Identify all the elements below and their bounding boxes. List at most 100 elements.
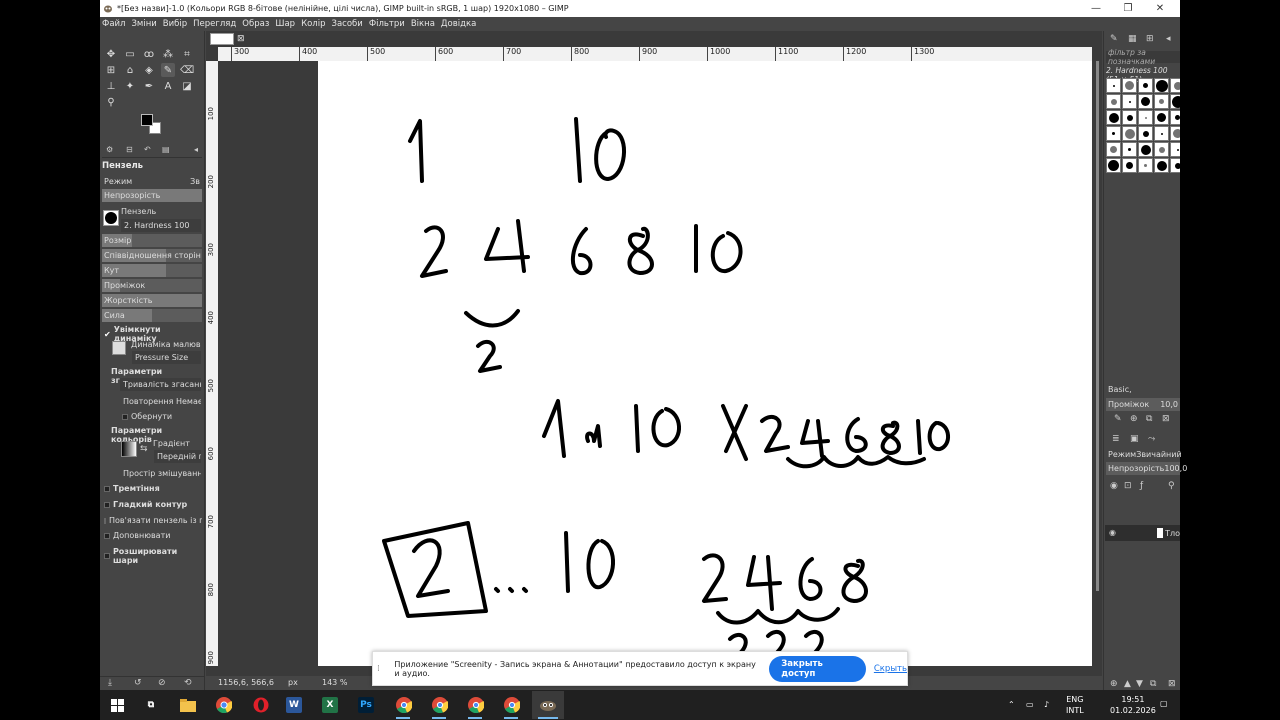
dock-menu-icon[interactable]: ◂ (1166, 34, 1171, 44)
unit-selector[interactable]: px (288, 678, 298, 687)
text-tool-icon[interactable]: A (161, 79, 175, 93)
image-canvas[interactable] (318, 61, 1092, 666)
layer-name[interactable]: Тло (1165, 529, 1180, 538)
brush-thumbnail[interactable] (1170, 158, 1180, 173)
dynamics-value[interactable]: Pressure Size (132, 351, 201, 364)
fx-icon[interactable]: ƒ (1140, 481, 1143, 491)
edit-brush-icon[interactable]: ✎ (1114, 414, 1122, 424)
layer-visibility-icon[interactable]: ◉ (1109, 528, 1116, 537)
horizontal-ruler[interactable]: 300 400 500 600 700 800 900 1000 1100 12… (218, 47, 1092, 61)
drag-handle-icon[interactable]: ⁞ (377, 664, 384, 674)
brush-spacing-slider[interactable]: Проміжок 10,0 (1106, 398, 1180, 411)
clone-tool-icon[interactable]: ⊥ (104, 79, 118, 93)
fade-repeat-field[interactable]: Повторення Немає (120, 395, 201, 408)
color-picker-tool-icon[interactable]: ◪ (180, 79, 194, 93)
brushes-tab-icon[interactable]: ✎ (1110, 34, 1118, 44)
menu-file[interactable]: Файл (102, 19, 125, 29)
jitter-checkbox[interactable]: Тремтіння (104, 484, 160, 493)
brush-thumbnail[interactable] (1170, 142, 1180, 157)
fuzzy-select-tool-icon[interactable]: ⁂ (161, 47, 175, 61)
mode-row[interactable]: Режим Зв (102, 175, 202, 188)
paintbrush-tool-icon[interactable]: ✎ (161, 63, 175, 77)
layers-tab-icon[interactable]: ≣ (1112, 434, 1120, 444)
foreground-color[interactable] (141, 114, 153, 126)
chrome-icon[interactable] (213, 695, 235, 715)
transform-tool-icon[interactable]: ⊞ (104, 63, 118, 77)
brush-thumbnail[interactable] (1106, 110, 1121, 125)
paths-tool-icon[interactable]: ✒ (142, 79, 156, 93)
brush-thumbnail[interactable] (1106, 94, 1121, 109)
delete-options-icon[interactable]: ⊘ (158, 678, 166, 688)
brush-thumbnail[interactable] (1170, 110, 1180, 125)
vertical-ruler[interactable]: 100 200 300 400 500 600 700 800 900 (206, 61, 218, 666)
new-layer-icon[interactable]: ⊕ (1110, 679, 1118, 689)
image-tab-close-icon[interactable]: ⊠ (237, 34, 245, 44)
lower-layer-icon[interactable]: ▼ (1136, 679, 1143, 689)
language-indicator[interactable]: ENG INTL (1066, 694, 1084, 716)
rect-select-tool-icon[interactable]: ▭ (123, 47, 137, 61)
opera-icon[interactable] (250, 695, 272, 715)
menu-filters[interactable]: Фільтри (369, 19, 405, 29)
menu-help[interactable]: Довідка (441, 19, 476, 29)
layer-row[interactable]: ◉ Тло (1105, 525, 1180, 541)
word-icon[interactable]: W (286, 697, 302, 713)
restore-options-icon[interactable]: ↺ (134, 678, 142, 688)
maximize-button[interactable]: ❐ (1113, 0, 1143, 17)
layer-mode-row[interactable]: Режим Звичайний (1108, 448, 1182, 461)
brush-thumbnail[interactable] (1106, 78, 1121, 93)
brush-thumbnail[interactable] (1138, 142, 1153, 157)
incremental-check[interactable] (104, 532, 110, 539)
menu-layer[interactable]: Шар (275, 19, 295, 29)
dynamics-icon[interactable] (112, 341, 126, 355)
layer-mode-value[interactable]: Звичайний (1136, 450, 1182, 459)
chrome-profile-icon[interactable] (429, 695, 451, 715)
brush-tag-filter[interactable]: фільтр за позначками (1106, 48, 1180, 66)
vertical-scrollbar[interactable] (1092, 61, 1102, 666)
lasso-tool-icon[interactable]: ꝏ (142, 47, 156, 61)
hardness-slider[interactable]: Жорсткість (102, 294, 202, 307)
brush-thumbnail[interactable] (1138, 110, 1153, 125)
layer-opacity-slider[interactable]: Непрозорість 100,0 (1106, 462, 1187, 475)
excel-icon[interactable]: X (322, 697, 338, 713)
menu-windows[interactable]: Вікна (411, 19, 435, 29)
brush-thumbnail[interactable] (1154, 110, 1169, 125)
mode-value[interactable]: Зв (190, 177, 200, 186)
delete-layer-icon[interactable]: ⊠ (1168, 679, 1176, 689)
brush-preset[interactable]: Basic, (1108, 385, 1132, 394)
save-options-icon[interactable]: ⤓ (108, 678, 112, 688)
device-status-tab-icon[interactable]: ⊟ (126, 145, 133, 154)
patterns-tab-icon[interactable]: ▦ (1128, 34, 1137, 44)
brush-name-field[interactable]: 2. Hardness 100 (121, 219, 201, 232)
duplicate-layer-icon[interactable]: ⧉ (1150, 679, 1156, 689)
size-slider[interactable]: Розмір (102, 234, 202, 247)
brush-thumbnail[interactable] (1106, 126, 1121, 141)
lock-brush-checkbox[interactable]: Пов'язати пензель із переглядом (104, 516, 202, 525)
jitter-check[interactable] (104, 485, 110, 492)
angle-slider[interactable]: Кут (102, 264, 202, 277)
brush-thumbnail[interactable] (1122, 78, 1137, 93)
smooth-check[interactable] (104, 501, 110, 508)
file-explorer-icon[interactable] (177, 695, 199, 715)
gradient-preview[interactable] (121, 441, 137, 457)
smooth-checkbox[interactable]: Гладкий контур (104, 500, 187, 509)
menu-select[interactable]: Вибір (163, 19, 187, 29)
brush-thumbnail[interactable] (1138, 158, 1153, 173)
zoom-selector[interactable]: 143 % (322, 678, 347, 687)
tray-expand-icon[interactable]: ⌃ (1008, 699, 1015, 710)
reset-options-icon[interactable]: ⟲ (184, 678, 192, 688)
move-tool-icon[interactable]: ✥ (104, 47, 118, 61)
reverse-check[interactable] (122, 413, 128, 420)
chrome-profile-2-icon[interactable] (465, 695, 487, 715)
eraser-tool-icon[interactable]: ⌫ (180, 63, 194, 77)
gradient-value[interactable]: Передній план (154, 450, 201, 463)
menu-tools[interactable]: Засоби (332, 19, 363, 29)
clock[interactable]: 19:51 01.02.2026 (1110, 694, 1156, 716)
zoom-tool-icon[interactable]: ⚲ (104, 95, 118, 109)
menu-view[interactable]: Перегляд (193, 19, 236, 29)
brush-thumbnail[interactable] (1122, 126, 1137, 141)
dock-menu-icon[interactable]: ◂ (194, 145, 198, 154)
brush-thumbnail[interactable] (1154, 142, 1169, 157)
stop-sharing-button[interactable]: Закрыть доступ (769, 655, 866, 682)
force-slider[interactable]: Сила (102, 309, 202, 322)
lock-brush-check[interactable] (104, 517, 106, 524)
